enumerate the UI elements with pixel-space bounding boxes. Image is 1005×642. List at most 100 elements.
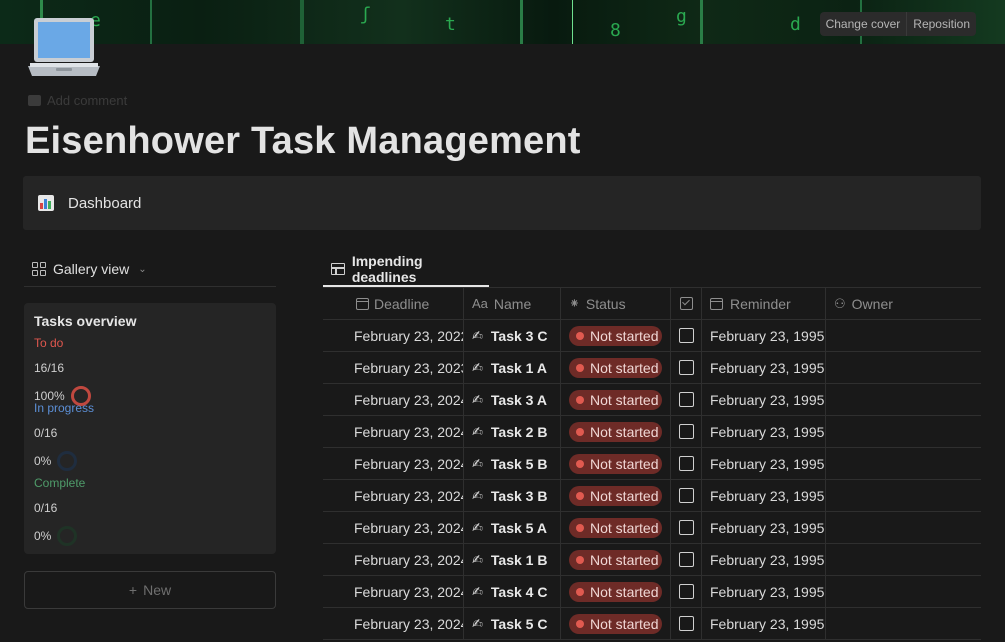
status-cell[interactable]: Not started [561,512,671,543]
task-name[interactable]: Task 3 B [491,488,548,504]
table-row[interactable]: February 23, 2024 ✍ Task 3 B Not started Feb… [323,480,981,512]
name-cell[interactable]: ✍ Task 5 A [464,512,561,543]
status-cell[interactable]: Not started [561,480,671,511]
owner-cell[interactable] [826,608,981,639]
task-name[interactable]: Task 5 B [491,456,548,472]
status-badge[interactable]: Not started [569,549,662,570]
checkbox-cell[interactable] [671,384,702,415]
reminder-cell[interactable]: February 23, 1995 [702,480,826,511]
row-checkbox[interactable] [678,552,694,567]
name-cell[interactable]: ✍ Task 3 B [464,480,561,511]
column-header-checkbox[interactable] [671,288,702,319]
tab-impending-deadlines[interactable]: Impending deadlines [323,253,489,287]
status-badge[interactable]: Not started [569,325,662,346]
deadline-cell[interactable]: February 23, 2024 [323,480,464,511]
reminder-cell[interactable]: February 23, 1995 [702,352,826,383]
checkbox-cell[interactable] [671,448,702,479]
column-header-status[interactable]: ⁕ Status [561,288,671,319]
owner-cell[interactable] [826,384,981,415]
owner-cell[interactable] [826,448,981,479]
table-row[interactable]: February 23, 2024 ✍ Task 5 C Not started Feb… [323,608,981,640]
table-row[interactable]: February 23, 2024 ✍ Task 3 A Not started Feb… [323,384,981,416]
row-checkbox[interactable] [678,584,694,599]
deadline-cell[interactable]: February 23, 2024 [323,512,464,543]
owner-cell[interactable] [826,576,981,607]
checkbox-cell[interactable] [671,512,702,543]
row-checkbox[interactable] [678,488,694,503]
reminder-cell[interactable]: February 23, 1995 [702,576,826,607]
reminder-cell[interactable]: February 23, 1995 [702,320,826,351]
task-name[interactable]: Task 5 A [491,520,547,536]
status-cell[interactable]: Not started [561,384,671,415]
checkbox-cell[interactable] [671,480,702,511]
name-cell[interactable]: ✍ Task 3 A [464,384,561,415]
deadline-cell[interactable]: February 23, 2022 [323,320,464,351]
status-badge[interactable]: Not started [569,581,662,602]
status-badge[interactable]: Not started [569,485,662,506]
name-cell[interactable]: ✍ Task 1 A [464,352,561,383]
task-name[interactable]: Task 4 C [491,584,548,600]
reminder-cell[interactable]: February 23, 1995 [702,384,826,415]
reminder-cell[interactable]: February 23, 1995 [702,448,826,479]
row-checkbox[interactable] [678,520,694,535]
status-badge[interactable]: Not started [569,421,662,442]
checkbox-cell[interactable] [671,576,702,607]
status-cell[interactable]: Not started [561,448,671,479]
change-cover-button[interactable]: Change cover [820,12,907,36]
tasks-overview-card[interactable]: Tasks overview To do 16/16 100% In progr… [24,303,276,554]
new-card-button[interactable]: + New [24,571,276,609]
status-badge[interactable]: Not started [569,389,662,410]
table-row[interactable]: February 23, 2024 ✍ Task 5 B Not started Feb… [323,448,981,480]
status-badge[interactable]: Not started [569,453,662,474]
row-checkbox[interactable] [678,360,694,375]
owner-cell[interactable] [826,352,981,383]
status-badge[interactable]: Not started [569,517,662,538]
checkbox-cell[interactable] [671,608,702,639]
owner-cell[interactable] [826,512,981,543]
table-row[interactable]: February 23, 2024 ✍ Task 2 B Not started Feb… [323,416,981,448]
status-badge[interactable]: Not started [569,357,662,378]
checkbox-cell[interactable] [671,544,702,575]
task-name[interactable]: Task 5 C [491,616,548,632]
status-cell[interactable]: Not started [561,576,671,607]
task-name[interactable]: Task 2 B [491,424,548,440]
deadline-cell[interactable]: February 23, 2024 [323,384,464,415]
column-header-name[interactable]: Aa Name [464,288,561,319]
name-cell[interactable]: ✍ Task 1 B [464,544,561,575]
column-header-deadline[interactable]: Deadline [323,288,464,319]
table-row[interactable]: February 23, 2022 ✍ Task 3 C Not started Feb… [323,320,981,352]
column-header-owner[interactable]: ⚇ Owner [826,288,981,319]
page-title[interactable]: Eisenhower Task Management [25,120,581,163]
reminder-cell[interactable]: February 23, 1995 [702,544,826,575]
dashboard-callout[interactable]: Dashboard [23,176,981,230]
name-cell[interactable]: ✍ Task 3 C [464,320,561,351]
reminder-cell[interactable]: February 23, 1995 [702,416,826,447]
deadline-cell[interactable]: February 23, 2024 [323,416,464,447]
deadline-cell[interactable]: February 23, 2024 [323,544,464,575]
task-name[interactable]: Task 3 C [491,328,548,344]
status-cell[interactable]: Not started [561,352,671,383]
task-name[interactable]: Task 1 A [491,360,547,376]
name-cell[interactable]: ✍ Task 5 B [464,448,561,479]
table-row[interactable]: February 23, 2024 ✍ Task 4 C Not started Feb… [323,576,981,608]
deadline-cell[interactable]: February 23, 2024 [323,448,464,479]
laptop-icon[interactable] [26,16,102,80]
task-name[interactable]: Task 3 A [491,392,547,408]
task-name[interactable]: Task 1 B [491,552,548,568]
status-badge[interactable]: Not started [569,613,662,634]
deadline-cell[interactable]: February 23, 2024 [323,608,464,639]
checkbox-cell[interactable] [671,320,702,351]
reposition-button[interactable]: Reposition [906,12,976,36]
row-checkbox[interactable] [678,616,694,631]
gallery-view-selector[interactable]: Gallery view ⌄ [24,252,276,287]
owner-cell[interactable] [826,320,981,351]
reminder-cell[interactable]: February 23, 1995 [702,512,826,543]
name-cell[interactable]: ✍ Task 2 B [464,416,561,447]
name-cell[interactable]: ✍ Task 5 C [464,608,561,639]
name-cell[interactable]: ✍ Task 4 C [464,576,561,607]
reminder-cell[interactable]: February 23, 1995 [702,608,826,639]
checkbox-cell[interactable] [671,352,702,383]
row-checkbox[interactable] [678,424,694,439]
deadline-cell[interactable]: February 23, 2024 [323,576,464,607]
owner-cell[interactable] [826,480,981,511]
